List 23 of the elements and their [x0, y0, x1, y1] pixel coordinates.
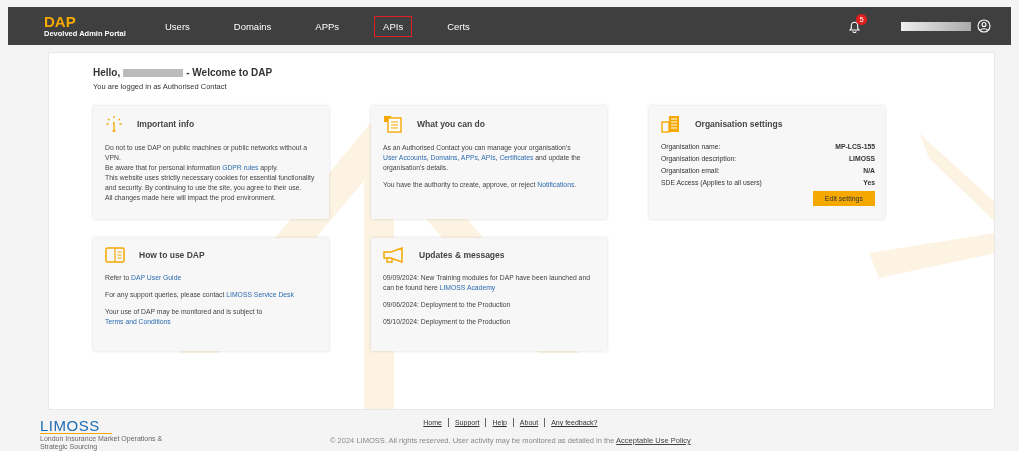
greeting-text: Hello, [93, 67, 121, 78]
nav-tab[interactable]: APIs [374, 15, 413, 37]
nav-tab[interactable]: Certs [438, 15, 479, 37]
redacted-username [901, 21, 971, 31]
lightbulb-icon [105, 115, 123, 133]
card-title: How to use DAP [139, 250, 205, 260]
user-account-icon[interactable] [977, 19, 991, 33]
footer-logo-text: LIMOSS [40, 418, 112, 434]
logo-text: DAP [44, 14, 77, 29]
card-title: Important info [137, 119, 195, 129]
nav-tab[interactable]: Users [156, 15, 199, 37]
welcome-text: - Welcome to DAP [186, 67, 273, 78]
building-icon [661, 115, 681, 133]
document-icon [383, 115, 403, 133]
redacted-name [123, 68, 184, 77]
book-icon [105, 247, 125, 263]
nav-tab[interactable]: APPs [306, 15, 349, 37]
card-title: What you can do [417, 119, 485, 129]
notification-bell-icon[interactable] [848, 19, 861, 33]
card-title: Organisation settings [695, 119, 783, 129]
nav-tab[interactable]: Domains [224, 15, 281, 37]
card-title: Updates & messages [419, 250, 505, 260]
megaphone-icon [383, 247, 405, 263]
